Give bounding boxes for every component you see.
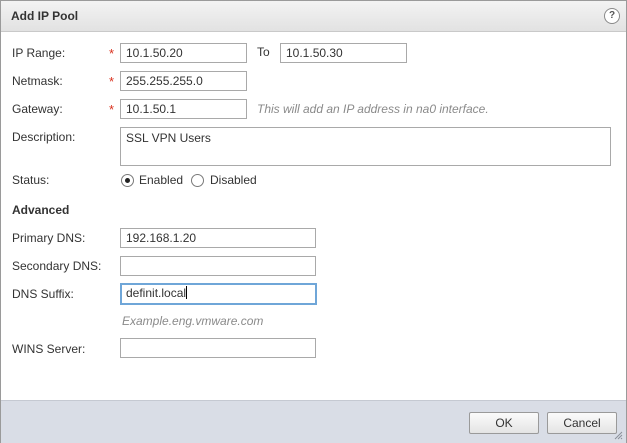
description-label: Description: <box>12 130 76 144</box>
dns-suffix-label: DNS Suffix: <box>12 287 74 301</box>
add-ip-pool-dialog: Add IP Pool ? IP Range: * 10.1.50.20 To … <box>0 0 627 443</box>
help-icon[interactable]: ? <box>604 8 620 24</box>
cancel-button[interactable]: Cancel <box>547 412 617 434</box>
required-icon: * <box>109 74 115 89</box>
secondary-dns-input[interactable] <box>120 256 316 276</box>
dns-suffix-value: definit.local <box>126 286 187 300</box>
primary-dns-input[interactable]: 192.168.1.20 <box>120 228 316 248</box>
advanced-heading: Advanced <box>12 203 70 217</box>
netmask-label: Netmask: <box>12 74 63 88</box>
dns-suffix-input[interactable]: definit.local <box>120 283 317 305</box>
gateway-label: Gateway: <box>12 102 63 116</box>
radio-selected-dot <box>125 178 130 183</box>
required-icon: * <box>109 102 115 117</box>
status-label: Status: <box>12 173 50 187</box>
gateway-input[interactable]: 10.1.50.1 <box>120 99 247 119</box>
text-caret <box>186 286 188 299</box>
ok-button[interactable]: OK <box>469 412 539 434</box>
required-icon: * <box>109 46 115 61</box>
primary-dns-label: Primary DNS: <box>12 231 86 245</box>
status-enabled-label[interactable]: Enabled <box>139 173 183 187</box>
wins-server-input[interactable] <box>120 338 316 358</box>
description-textarea[interactable]: SSL VPN Users <box>120 127 611 166</box>
status-enabled-radio[interactable] <box>121 174 134 187</box>
dialog-footer: OK Cancel <box>1 400 626 443</box>
wins-server-label: WINS Server: <box>12 342 86 356</box>
dns-suffix-hint: Example.eng.vmware.com <box>122 314 264 328</box>
dialog-titlebar: Add IP Pool ? <box>1 1 626 32</box>
secondary-dns-label: Secondary DNS: <box>12 259 102 273</box>
status-disabled-label[interactable]: Disabled <box>210 173 257 187</box>
ip-range-to-label: To <box>257 45 270 59</box>
ip-range-from-input[interactable]: 10.1.50.20 <box>120 43 247 63</box>
dialog-title: Add IP Pool <box>11 9 79 23</box>
status-disabled-radio[interactable] <box>191 174 204 187</box>
ip-range-label: IP Range: <box>12 46 66 60</box>
ip-range-to-input[interactable]: 10.1.50.30 <box>280 43 407 63</box>
resize-grip-icon[interactable] <box>613 430 623 440</box>
netmask-input[interactable]: 255.255.255.0 <box>120 71 247 91</box>
gateway-hint: This will add an IP address in na0 inter… <box>257 102 489 116</box>
